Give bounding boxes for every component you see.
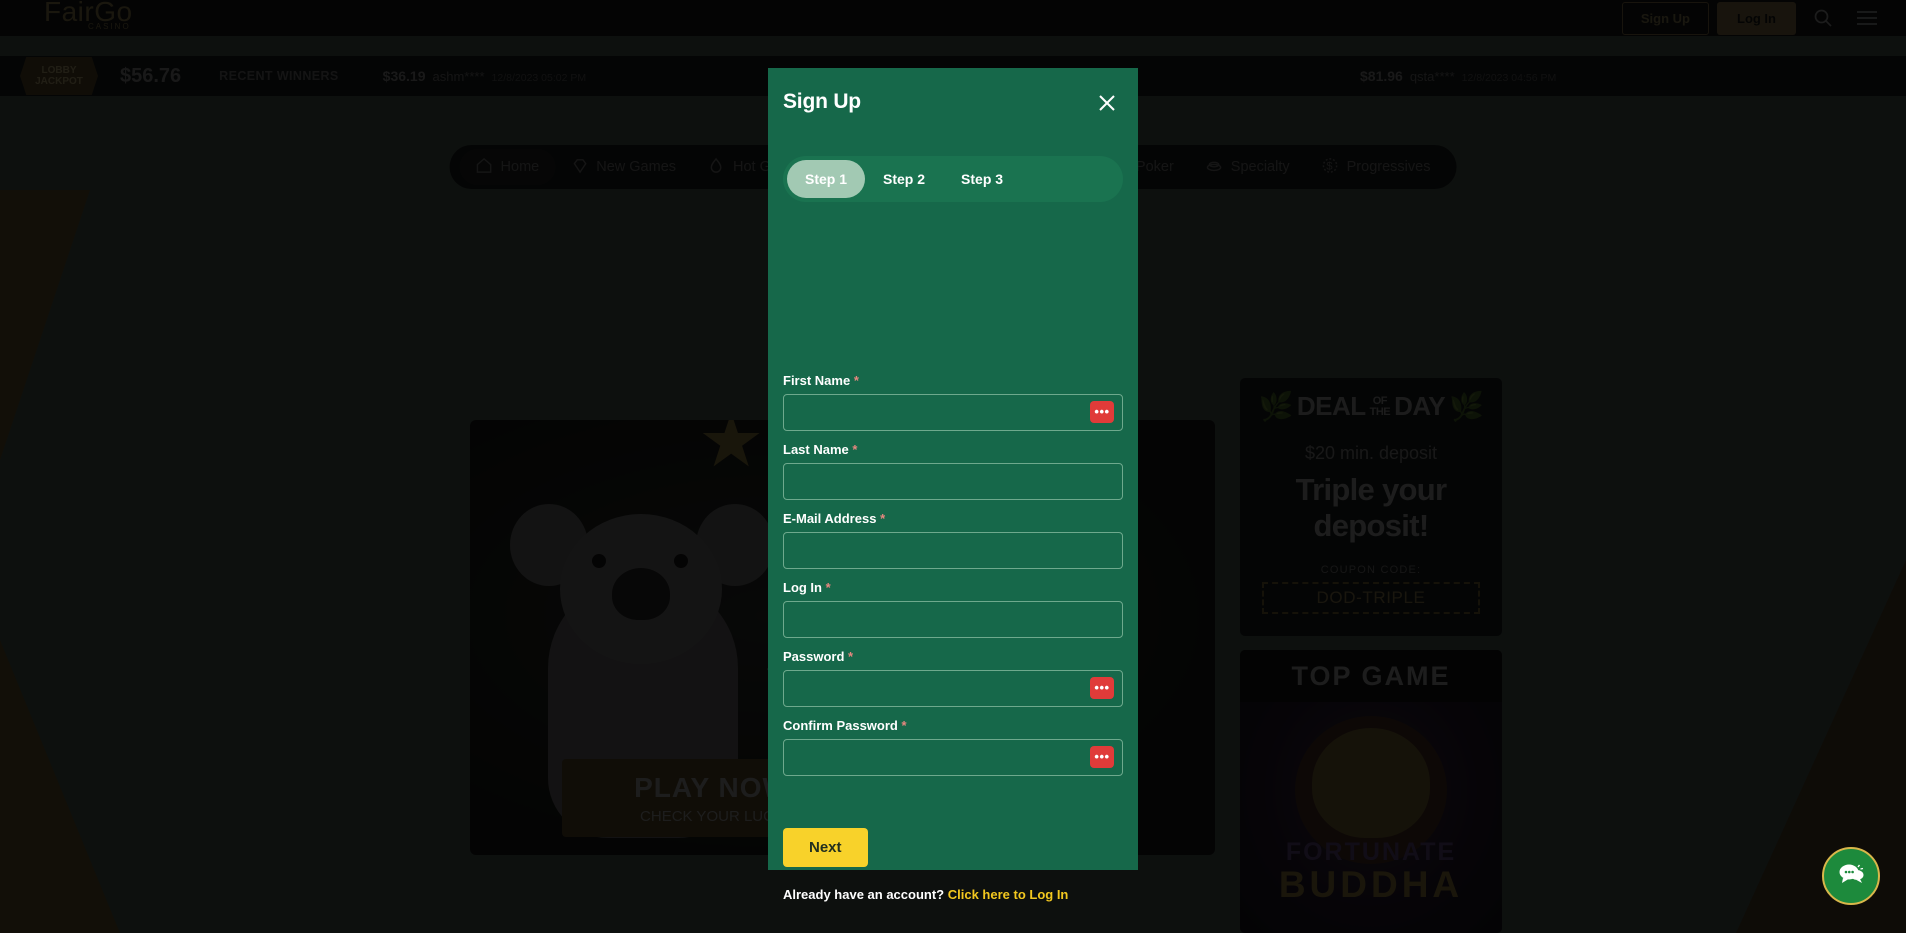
required-asterisk: *	[848, 649, 854, 664]
signup-steps-tabs: Step 1 Step 2 Step 3	[783, 156, 1123, 202]
tab-step-3[interactable]: Step 3	[943, 160, 1021, 198]
password-label: Password *	[783, 649, 854, 664]
password-manager-icon[interactable]: •••	[1090, 401, 1114, 423]
confirm-password-label: Confirm Password *	[783, 718, 907, 733]
login-prompt: Already have an account? Click here to L…	[783, 887, 1068, 902]
required-asterisk: *	[853, 373, 859, 388]
field-first-name: First Name * •••	[783, 373, 1123, 431]
app-root: FairGo CASINO Sign Up Log In LOBBY JACKP…	[0, 0, 1906, 933]
field-login: Log In *	[783, 580, 1123, 638]
confirm-password-input[interactable]	[783, 739, 1123, 776]
password-manager-icon[interactable]: •••	[1090, 677, 1114, 699]
live-chat-button[interactable]	[1822, 847, 1880, 905]
signup-form: First Name * ••• Last Name * E-Mail Addr…	[783, 373, 1123, 787]
chat-bubbles-icon	[1836, 861, 1866, 892]
field-password: Password * •••	[783, 649, 1123, 707]
field-confirm-password: Confirm Password * •••	[783, 718, 1123, 776]
field-email: E-Mail Address *	[783, 511, 1123, 569]
tab-step-1[interactable]: Step 1	[787, 160, 866, 198]
log-in-link[interactable]: Click here to Log In	[948, 887, 1069, 902]
email-input[interactable]	[783, 532, 1123, 569]
email-label: E-Mail Address *	[783, 511, 886, 526]
password-manager-icon[interactable]: •••	[1090, 746, 1114, 768]
tab-step-2[interactable]: Step 2	[865, 160, 943, 198]
login-input[interactable]	[783, 601, 1123, 638]
required-asterisk: *	[825, 580, 831, 595]
required-asterisk: *	[901, 718, 907, 733]
password-input[interactable]	[783, 670, 1123, 707]
first-name-label: First Name *	[783, 373, 859, 388]
required-asterisk: *	[852, 442, 858, 457]
close-icon[interactable]	[1090, 86, 1124, 120]
last-name-input[interactable]	[783, 463, 1123, 500]
login-label: Log In *	[783, 580, 831, 595]
login-prompt-text: Already have an account?	[783, 887, 945, 902]
field-last-name: Last Name *	[783, 442, 1123, 500]
next-button[interactable]: Next	[783, 828, 868, 867]
last-name-label: Last Name *	[783, 442, 858, 457]
sign-up-modal: Sign Up Step 1 Step 2 Step 3 First Name …	[768, 68, 1138, 902]
required-asterisk: *	[880, 511, 886, 526]
modal-title: Sign Up	[783, 90, 861, 113]
first-name-input[interactable]	[783, 394, 1123, 431]
